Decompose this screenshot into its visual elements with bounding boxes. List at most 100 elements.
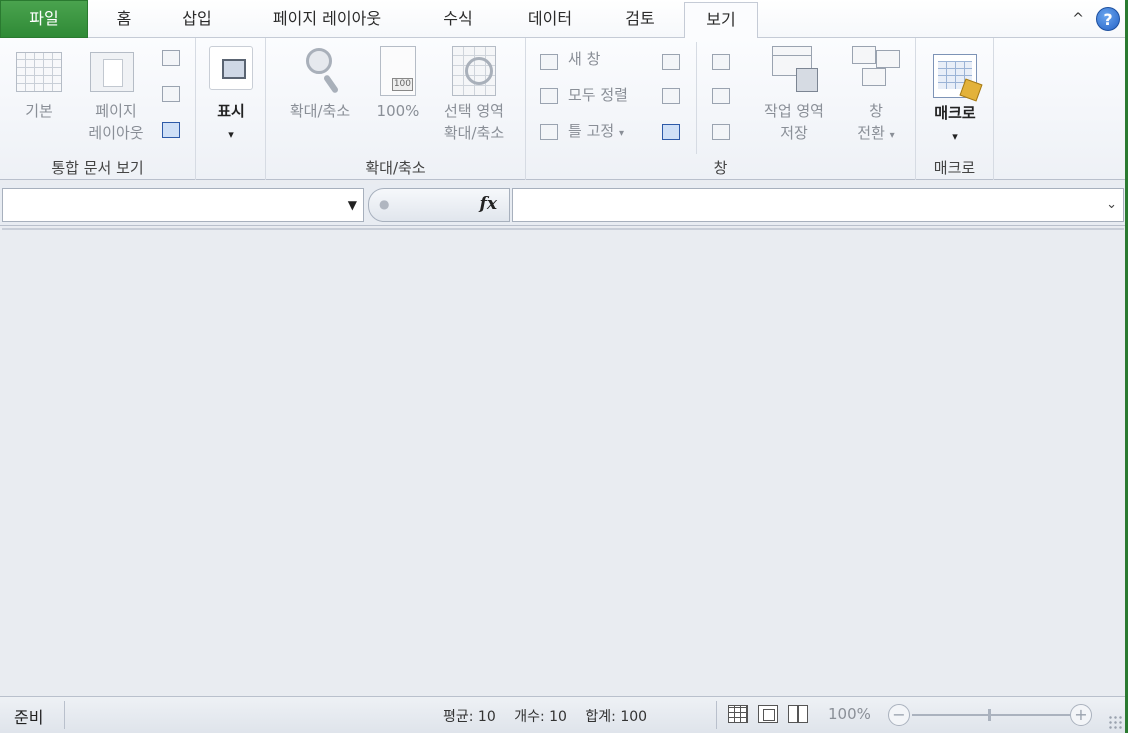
save-workspace-button[interactable]: 작업 영역 저장: [748, 44, 840, 154]
minimize-ribbon-icon[interactable]: ^: [1072, 11, 1084, 27]
workarea-top-border: [2, 228, 1124, 230]
custom-views-icon[interactable]: [162, 86, 180, 102]
switch-window-shape-1: [852, 46, 876, 64]
freeze-panes-button[interactable]: 틀 고정 ▾: [568, 120, 624, 141]
macros-button-label: 매크로: [934, 104, 976, 122]
group-label-zoom: 확대/축소: [365, 159, 426, 177]
status-statistics: 평균: 10 개수: 10 합계: 100: [443, 706, 661, 726]
zoom-100-badge: 100: [391, 78, 413, 91]
page-break-preview-icon[interactable]: [162, 50, 180, 66]
zoom-selection-label-1: 선택 영역: [444, 102, 504, 120]
normal-view-label: 기본: [25, 102, 53, 120]
formula-bar: ▼ ● fx ⌄: [0, 184, 1128, 226]
view-side-by-side-icon[interactable]: [712, 54, 730, 70]
switch-windows-label-1: 창: [869, 102, 883, 120]
freeze-panes-dropdown-icon: ▾: [618, 128, 624, 139]
group-workbook-views: 기본 페이지 레이아웃 통합 문서 보기: [0, 38, 196, 180]
tab-home[interactable]: 홈: [104, 2, 144, 38]
zoom-in-button[interactable]: +: [1070, 704, 1092, 726]
group-macros: 매크로 ▾ 매크로: [916, 38, 994, 180]
insert-function-button[interactable]: fx: [480, 194, 497, 214]
status-ready: 준비: [14, 708, 44, 727]
show-dropdown-icon: ▾: [228, 128, 234, 141]
resize-grip-icon[interactable]: [1108, 715, 1122, 729]
formula-input[interactable]: ⌄: [512, 188, 1124, 222]
tab-page-layout[interactable]: 페이지 레이아웃: [252, 2, 402, 38]
arrange-all-icon: [540, 88, 558, 104]
reset-window-position-icon[interactable]: [712, 124, 730, 140]
zoom-100-button[interactable]: 100 100%: [370, 44, 426, 134]
normal-view-icon: [16, 52, 62, 92]
group-label-window: 창: [713, 159, 728, 177]
switch-windows-label-2: 전환 ▾: [844, 122, 908, 147]
strip-right-controls: ^ ?: [1072, 4, 1120, 34]
zoom-level[interactable]: 100%: [828, 705, 871, 723]
group-label-macros: 매크로: [933, 159, 976, 177]
zoom-out-button[interactable]: −: [888, 704, 910, 726]
normal-view-button[interactable]: 기본: [10, 48, 68, 128]
status-separator: [64, 701, 65, 729]
function-area: ● fx: [368, 188, 510, 222]
formula-bar-grip-icon[interactable]: ●: [379, 197, 389, 211]
split-icon[interactable]: [662, 54, 680, 70]
floppy-disk-shape: [796, 68, 818, 92]
group-show: 표시 ▾: [196, 38, 266, 180]
name-box-dropdown-icon[interactable]: ▼: [348, 198, 357, 212]
save-workspace-icon: [772, 46, 820, 96]
zoom-selection-icon: [452, 46, 496, 96]
magnifier-handle: [322, 74, 340, 94]
page-break-status-icon[interactable]: [788, 705, 808, 723]
macros-icon: [933, 54, 977, 98]
expand-formula-bar-icon[interactable]: ⌄: [1106, 197, 1117, 212]
show-icon: [209, 46, 253, 90]
status-count: 개수: 10: [514, 709, 567, 725]
ribbon-tab-strip: 파일 홈 삽입 페이지 레이아웃 수식 데이터 검토 보기 ^ ?: [0, 0, 1128, 39]
save-workspace-label-1: 작업 영역: [764, 102, 824, 120]
switch-window-shape-3: [862, 68, 886, 86]
tab-review[interactable]: 검토: [612, 2, 668, 38]
normal-view-status-icon[interactable]: [728, 705, 748, 723]
arrange-all-button[interactable]: 모두 정렬: [568, 84, 628, 105]
zoom-magnifier-icon: [302, 46, 342, 96]
group-label-workbook-views: 통합 문서 보기: [51, 159, 144, 177]
new-window-button[interactable]: 새 창: [568, 48, 600, 69]
zoom-button[interactable]: 확대/축소: [274, 44, 366, 134]
zoom-slider-thumb[interactable]: [988, 709, 991, 721]
status-bar: 준비 평균: 10 개수: 10 합계: 100 100% − +: [0, 696, 1128, 733]
excel-window: 파일 홈 삽입 페이지 레이아웃 수식 데이터 검토 보기 ^ ? 기본 페이지…: [0, 0, 1128, 733]
tab-file[interactable]: 파일: [0, 0, 88, 38]
macros-button[interactable]: 매크로 ▾: [922, 48, 988, 148]
switch-windows-button[interactable]: 창 전환 ▾: [844, 44, 908, 154]
group-zoom: 확대/축소 100 100% 선택 영역 확대/축소 확대/축소: [266, 38, 526, 180]
new-window-icon: [540, 54, 558, 70]
synchronous-scrolling-icon[interactable]: [712, 88, 730, 104]
page-layout-icon: [90, 52, 134, 92]
magnifier-lens: [306, 48, 332, 74]
status-average: 평균: 10: [443, 709, 496, 725]
name-box[interactable]: ▼: [2, 188, 364, 222]
zoom-label: 확대/축소: [289, 102, 351, 120]
save-workspace-label-2: 저장: [780, 124, 808, 142]
tab-insert[interactable]: 삽입: [170, 2, 224, 38]
tab-view[interactable]: 보기: [684, 2, 758, 39]
page-layout-status-icon[interactable]: [758, 705, 778, 723]
zoom-to-selection-button[interactable]: 선택 영역 확대/축소: [428, 44, 520, 152]
help-icon[interactable]: ?: [1096, 7, 1120, 31]
group-window: 새 창 모두 정렬 틀 고정 ▾ 작업 영역 저장 창 전환 ▾ 창: [526, 38, 916, 180]
hide-window-icon[interactable]: [662, 88, 680, 104]
zoom-100-icon: 100: [380, 46, 416, 96]
tab-data[interactable]: 데이터: [514, 2, 586, 38]
switch-windows-icon: [852, 46, 902, 92]
page-layout-view-button[interactable]: 페이지 레이아웃: [78, 48, 154, 148]
page-layout-label-1: 페이지: [95, 102, 137, 120]
zoom-100-label: 100%: [376, 102, 420, 120]
unhide-window-icon[interactable]: [662, 124, 680, 140]
status-sum: 합계: 100: [585, 709, 648, 725]
tab-formulas[interactable]: 수식: [430, 2, 486, 38]
macros-dropdown-icon: ▾: [952, 130, 958, 143]
window-divider: [696, 42, 697, 154]
full-screen-icon[interactable]: [162, 122, 180, 138]
zoom-slider-track[interactable]: [912, 714, 1070, 716]
freeze-panes-label: 틀 고정: [568, 122, 615, 140]
show-button[interactable]: 표시 ▾: [204, 44, 258, 148]
